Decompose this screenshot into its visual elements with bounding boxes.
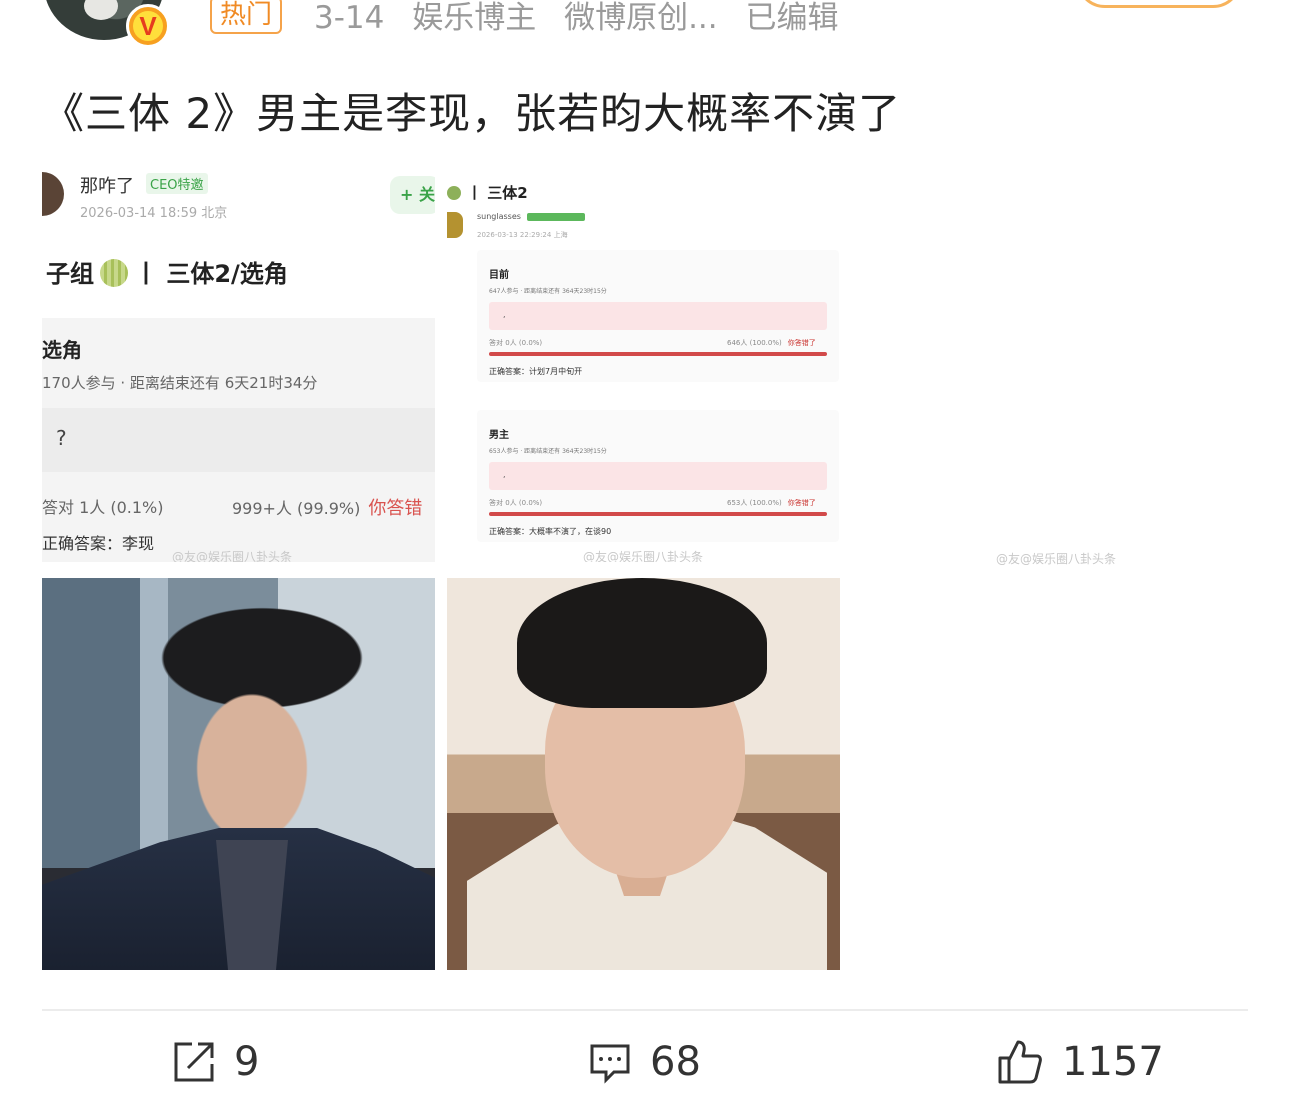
- post-date: 3-14: [314, 0, 385, 36]
- s2-participants: 647人参与 · 距离结束还有 364天23时15分: [489, 288, 607, 295]
- melon-icon: [447, 186, 461, 200]
- image-screenshot-2[interactable]: 丨 三体2 sunglasses 2026-03-13 22:29:24 上海 …: [447, 160, 840, 562]
- s2-badge: [527, 213, 585, 221]
- s1-poll-title: 选角: [42, 338, 82, 362]
- photo2-hair: [517, 578, 767, 708]
- s2-result-bar: [489, 512, 827, 516]
- s1-stat-left: 答对 1人 (0.1%): [42, 498, 164, 517]
- s1-username: 那咋了: [80, 176, 134, 197]
- s1-topic-prefix: 子组: [46, 260, 94, 288]
- comment-count: 68: [650, 1039, 701, 1085]
- s2-wrong-label: 你答错了: [787, 339, 816, 347]
- share-button[interactable]: 9: [172, 1036, 259, 1088]
- like-count: 1157: [1062, 1039, 1164, 1085]
- s1-answer: 正确答案：李现: [42, 534, 155, 553]
- s1-badge: CEO特邀: [146, 173, 208, 194]
- s2-poll-option: ,: [489, 302, 827, 330]
- s2-avatar: [447, 212, 463, 238]
- s1-avatar: [42, 172, 64, 216]
- s2-stat-right-group: 653人 (100.0%) 你答错了: [727, 499, 816, 507]
- s2-datetime: 2026-03-13 22:29:24 上海: [477, 231, 568, 239]
- like-icon: [998, 1040, 1042, 1084]
- share-count: 9: [234, 1039, 260, 1085]
- edited-label: 已编辑: [745, 0, 839, 36]
- author-title: 娱乐博主: [412, 0, 537, 36]
- footer-divider: [42, 1009, 1248, 1011]
- follow-button[interactable]: [1076, 0, 1242, 8]
- s1-poll-option: ?: [42, 408, 435, 472]
- image-screenshot-1[interactable]: 那咋了 CEO特邀 2026-03-14 18:59 北京 + 关 子组 丨 三体…: [42, 160, 435, 562]
- s1-topic: 子组 丨 三体2/选角: [46, 254, 288, 289]
- comment-button[interactable]: 68: [588, 1036, 701, 1088]
- image3-watermark: @友@娱乐圈八卦头条: [996, 552, 1117, 566]
- post-source: 微博原创...: [564, 0, 718, 36]
- comment-icon: [590, 1044, 630, 1084]
- s1-follow-button: + 关: [390, 176, 435, 214]
- share-icon: [174, 1042, 214, 1082]
- s1-stat-right: 999+人 (99.9%): [232, 499, 361, 518]
- s1-wrong-label: 你答错: [368, 498, 423, 519]
- s2-wrong-label: 你答错了: [787, 499, 816, 507]
- s2-stat-left: 答对 0人 (0.0%): [489, 499, 543, 507]
- s1-stat-right-group: 999+人 (99.9%) 你答错: [232, 494, 422, 520]
- s1-watermark: @友@娱乐圈八卦头条: [172, 550, 293, 562]
- verified-v-icon: V: [126, 4, 170, 48]
- avatar-detail: [84, 0, 118, 20]
- s2-poll-title: 男主: [489, 430, 509, 441]
- s2-poll-card: 男主 653人参与 · 距离结束还有 364天23时15分 , 答对 0人 (0…: [477, 410, 839, 542]
- s2-participants: 653人参与 · 距离结束还有 364天23时15分: [489, 448, 607, 455]
- image-photo-2[interactable]: [447, 578, 840, 970]
- post-meta: 3-14 娱乐博主 微博原创... 已编辑: [314, 0, 857, 37]
- image-photo-1[interactable]: [42, 578, 435, 970]
- s2-watermark: @友@娱乐圈八卦头条: [583, 550, 704, 562]
- s1-stats: 答对 1人 (0.1%) 999+人 (99.9%) 你答错: [42, 494, 435, 520]
- s2-stats: 答对 0人 (0.0%) 646人 (100.0%) 你答错了: [489, 338, 827, 348]
- s2-answer: 正确答案：大概率不演了，在谈90: [489, 527, 612, 536]
- s1-participants: 170人参与 · 距离结束还有 6天21时34分: [42, 374, 318, 392]
- s1-datetime: 2026-03-14 18:59 北京: [80, 206, 228, 221]
- s2-result-bar: [489, 352, 827, 356]
- s2-poll-option: ,: [489, 462, 827, 490]
- melon-icon: [100, 259, 128, 287]
- s1-poll-card: 选角 170人参与 · 距离结束还有 6天21时34分 ? 答对 1人 (0.1…: [42, 318, 435, 562]
- s2-stat-left: 答对 0人 (0.0%): [489, 339, 543, 347]
- like-button[interactable]: 1157: [996, 1036, 1164, 1088]
- post-text: 《三体 2》男主是李现，张若昀大概率不演了: [42, 89, 902, 138]
- s1-topic-suffix: 丨 三体2/选角: [134, 260, 288, 288]
- s2-username: sunglasses: [477, 212, 521, 221]
- s2-poll-title: 目前: [489, 270, 509, 281]
- hot-tag: 热门: [210, 0, 283, 34]
- s2-answer: 正确答案：计划7月中旬开: [489, 367, 583, 376]
- s2-topic: 丨 三体2: [447, 182, 528, 203]
- s2-poll-card: 目前 647人参与 · 距离结束还有 364天23时15分 , 答对 0人 (0…: [477, 250, 839, 382]
- s2-stat-right-group: 646人 (100.0%) 你答错了: [727, 339, 816, 347]
- s2-stats: 答对 0人 (0.0%) 653人 (100.0%) 你答错了: [489, 498, 827, 508]
